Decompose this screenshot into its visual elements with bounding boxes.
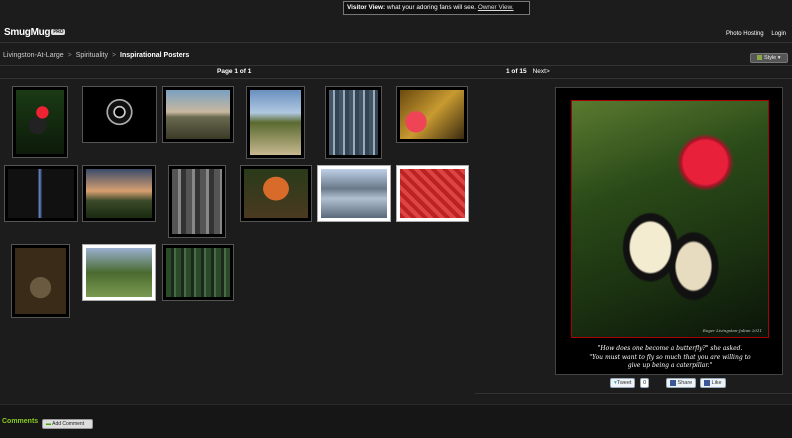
thumbnail-image xyxy=(8,169,74,218)
thumbnail-image xyxy=(86,90,153,139)
thumbnail-image xyxy=(329,90,378,155)
thumbnail-image xyxy=(16,90,64,154)
tweet-label: Tweet xyxy=(616,380,632,386)
tweet-button[interactable]: ▾Tweet xyxy=(610,378,636,388)
photo-caption: "How does one become a butterfly?" she a… xyxy=(562,345,778,371)
thumbnail-image xyxy=(15,248,66,314)
thumbnail-barrel[interactable] xyxy=(168,165,226,238)
login-link[interactable]: Login xyxy=(771,31,786,37)
facebook-share-button[interactable]: Share xyxy=(666,378,697,388)
visitor-view-bar: Visitor View: what your adoring fans wil… xyxy=(343,1,530,15)
thumbnail-flower-macro[interactable] xyxy=(396,86,468,143)
photo-position: 1 of 15 Next> xyxy=(506,68,550,75)
comments-heading: Comments xyxy=(2,418,39,425)
page-indicator: Page 1 of 1 xyxy=(217,68,252,75)
logo-text: SmugMug xyxy=(4,27,51,38)
breadcrumb-separator: > xyxy=(67,52,72,59)
facebook-like-button[interactable]: Like xyxy=(700,378,726,388)
style-dropdown-button[interactable]: Style ▾ xyxy=(750,53,788,63)
facebook-like-label: Like xyxy=(711,380,722,386)
thumbnail-image xyxy=(172,169,222,234)
add-comment-label: Add Comment xyxy=(52,421,85,427)
top-links: Photo Hosting Login xyxy=(720,31,786,37)
caption-line-2: "You must want to fly so much that you a… xyxy=(589,353,751,361)
thumbnail-image xyxy=(166,248,230,297)
breadcrumb-divider xyxy=(0,65,792,66)
thumbnail-image xyxy=(244,169,308,218)
facebook-share-label: Share xyxy=(677,380,693,386)
add-comment-button[interactable]: ▬ Add Comment xyxy=(42,419,93,429)
next-link[interactable]: Next> xyxy=(533,68,550,75)
thumbnail-image xyxy=(400,90,464,139)
style-button-label: Style xyxy=(764,55,777,61)
grid-icon xyxy=(757,55,763,61)
caption-line-1: "How does one become a butterfly?" she a… xyxy=(597,345,743,352)
photo-position-text: 1 of 15 xyxy=(506,68,527,75)
thumbnail-image xyxy=(86,169,152,218)
thumbnail-mushroom[interactable] xyxy=(240,165,312,222)
facebook-icon xyxy=(704,379,710,386)
thumbnail-butterfly[interactable] xyxy=(12,86,68,158)
breadcrumb-item-category[interactable]: Spirituality xyxy=(76,52,108,59)
thumbnail-image xyxy=(321,169,387,218)
smugmug-logo[interactable]: SmugMug PRO xyxy=(4,27,66,38)
thumbnail-sunset[interactable] xyxy=(82,165,156,222)
comments-section xyxy=(0,404,792,438)
header-divider xyxy=(0,42,792,43)
thumbnail-field[interactable] xyxy=(82,244,156,301)
chevron-down-icon: ▾ xyxy=(777,55,781,61)
comment-icon: ▬ xyxy=(46,421,51,427)
owner-view-link[interactable]: Owner View. xyxy=(478,4,514,11)
photo-signature: Roger Livingston-Julian 2011 xyxy=(702,328,762,333)
breadcrumb-current: Inspirational Posters xyxy=(120,52,190,59)
breadcrumb-item-home[interactable]: Livingston-At-Large xyxy=(3,52,64,59)
facebook-icon xyxy=(670,379,676,386)
breadcrumb: Livingston-At-Large > Spirituality > Ins… xyxy=(3,52,189,59)
thumbnail-image xyxy=(166,90,230,139)
thumbnail-image xyxy=(250,90,301,155)
photo-hosting-link[interactable]: Photo Hosting xyxy=(726,31,764,37)
thumbnail-valley[interactable] xyxy=(162,86,234,143)
thumbnail-wheel[interactable] xyxy=(11,244,70,318)
share-divider xyxy=(475,393,792,394)
visitor-view-message: what your adoring fans will see. xyxy=(385,4,477,11)
caption-line-3: give up being a caterpillar." xyxy=(627,362,713,369)
thumbnail-kilt[interactable] xyxy=(162,244,234,301)
thumbnail-mandala[interactable] xyxy=(82,86,157,143)
pager-divider xyxy=(0,78,792,79)
pro-badge: PRO xyxy=(51,29,66,36)
thumbnail-light-beam[interactable] xyxy=(4,165,78,222)
breadcrumb-separator: > xyxy=(111,52,117,59)
main-photo-image xyxy=(571,100,769,338)
main-photo-frame[interactable]: "How does one become a butterfly?" she a… xyxy=(555,87,783,375)
thumbnail-image xyxy=(400,169,465,218)
visitor-view-label: Visitor View: xyxy=(347,4,386,11)
thumbnail-lake[interactable] xyxy=(317,165,391,222)
thumbnail-image xyxy=(86,248,152,297)
thumbnail-teapot[interactable] xyxy=(396,165,469,222)
thumbnail-path[interactable] xyxy=(246,86,305,159)
thumbnail-plaid[interactable] xyxy=(325,86,382,159)
tweet-count: 0 xyxy=(640,378,650,388)
